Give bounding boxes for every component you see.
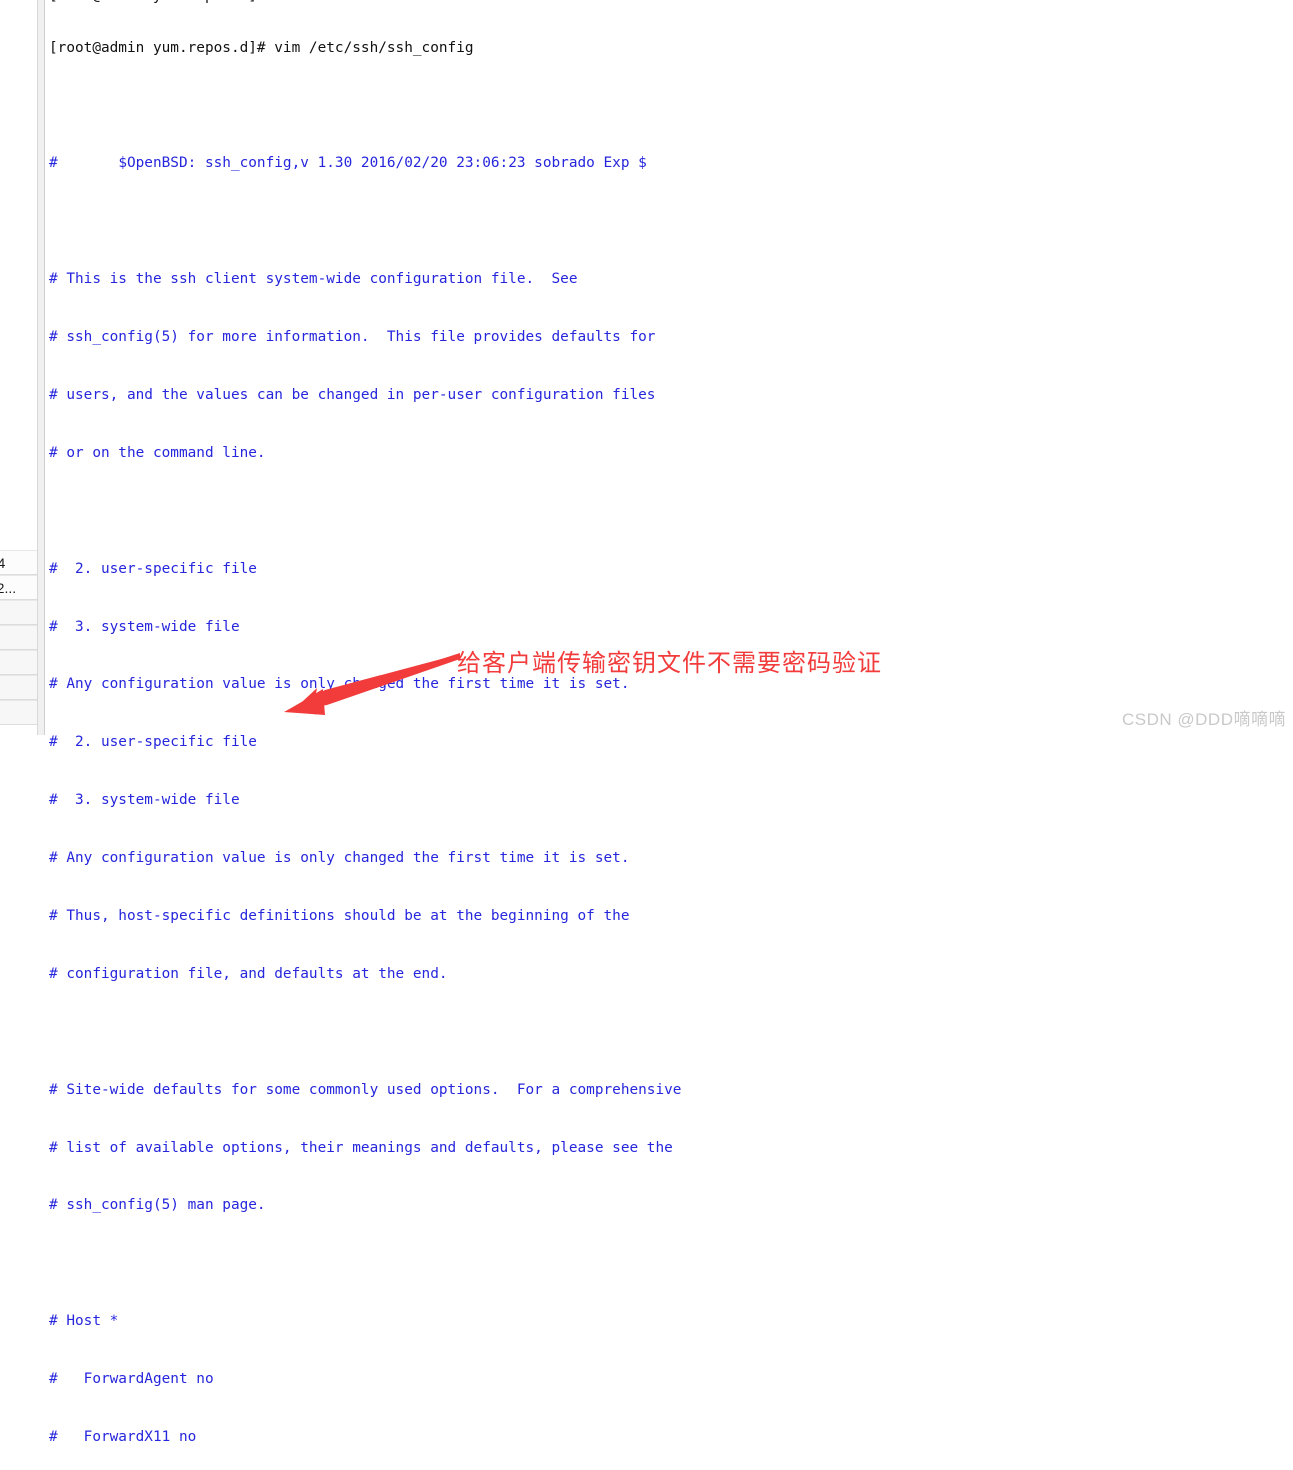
terminal-line-text: # 3. system-wide file (49, 792, 240, 809)
list-item[interactable] (0, 650, 41, 675)
terminal-line: # Thus, host-specific definitions should… (49, 907, 1293, 926)
terminal-line: # configuration file, and defaults at th… (49, 965, 1293, 984)
terminal-left-gutter[interactable] (37, 0, 45, 735)
terminal-line: # ForwardX11 no (49, 1428, 1293, 1447)
terminal-line-text: # This is the ssh client system-wide con… (49, 271, 578, 288)
list-item[interactable] (0, 675, 41, 700)
terminal-line: # 3. system-wide file (49, 618, 1293, 637)
terminal-line: # $OpenBSD: ssh_config,v 1.30 2016/02/20… (49, 154, 1293, 173)
terminal-line-text: # users, and the values can be changed i… (49, 386, 656, 403)
list-item[interactable]: 7-4 (0, 550, 41, 575)
terminal-line-text: # 3. system-wide file (49, 618, 240, 635)
list-item[interactable] (0, 700, 41, 725)
terminal-line: # Any configuration value is only change… (49, 849, 1293, 868)
terminal-line-text: [root@admin yum.repos.d]# vim /etc/ssh/s… (49, 39, 474, 56)
terminal-line: # Site-wide defaults for some commonly u… (49, 1081, 1293, 1100)
terminal-line-text: # Any configuration value is only change… (49, 676, 630, 693)
terminal-line-text: # configuration file, and defaults at th… (49, 965, 448, 982)
list-item-label: 3.2... (0, 580, 17, 596)
terminal-line-text: # 2. user-specific file (49, 560, 257, 577)
left-side-panel[interactable]: 7-4 3.2... (0, 550, 42, 735)
list-item-label: 7-4 (0, 555, 5, 571)
terminal-line: [root@admin yum.repos.d]# vim /etc/ssh/s… (49, 39, 1293, 58)
terminal-line-text: # ssh_config(5) for more information. Th… (49, 329, 656, 346)
terminal-line-text: # Thus, host-specific definitions should… (49, 907, 630, 924)
terminal-line: # Any configuration value is only change… (49, 675, 1293, 694)
terminal-line-text: # Site-wide defaults for some commonly u… (49, 1081, 682, 1098)
terminal-line-text: # Host * (49, 1313, 119, 1330)
terminal-line: # list of available options, their meani… (49, 1139, 1293, 1158)
terminal-line-text: # 2. user-specific file (49, 734, 257, 751)
terminal-line-text: # ForwardAgent no (49, 1371, 214, 1388)
terminal-line: # users, and the values can be changed i… (49, 386, 1293, 405)
terminal-line: # 2. user-specific file (49, 733, 1293, 752)
terminal-line-text: # or on the command line. (49, 444, 266, 461)
list-item[interactable] (0, 600, 41, 625)
terminal-line-text: # list of available options, their meani… (49, 1139, 673, 1156)
terminal-line-text: # $OpenBSD: ssh_config,v 1.30 2016/02/20… (49, 155, 647, 172)
watermark-label: CSDN @DDD嘀嘀嘀 (1122, 710, 1286, 729)
terminal-line: # or on the command line. (49, 444, 1293, 463)
terminal-line: # 3. system-wide file (49, 791, 1293, 810)
terminal-line: # 2. user-specific file (49, 560, 1293, 579)
terminal-line: # ForwardAgent no (49, 1370, 1293, 1389)
terminal-line: # This is the ssh client system-wide con… (49, 270, 1293, 289)
terminal-line: # ssh_config(5) man page. (49, 1196, 1293, 1215)
terminal-line-text: # Any configuration value is only change… (49, 850, 630, 867)
terminal-line: # ssh_config(5) for more information. Th… (49, 328, 1293, 347)
list-item[interactable]: 3.2... (0, 575, 41, 600)
annotation-label: 给客户端传输密钥文件不需要密码验证 (457, 650, 882, 677)
terminal-line-text: # ForwardX11 no (49, 1428, 197, 1445)
list-item[interactable] (0, 625, 41, 650)
terminal-line: # Host * (49, 1312, 1293, 1331)
terminal-line-text: # ssh_config(5) man page. (49, 1197, 266, 1214)
terminal-text-area[interactable]: [root@admin yum.repos.d]# vim /etc/ssh/s… (49, 0, 1293, 1445)
